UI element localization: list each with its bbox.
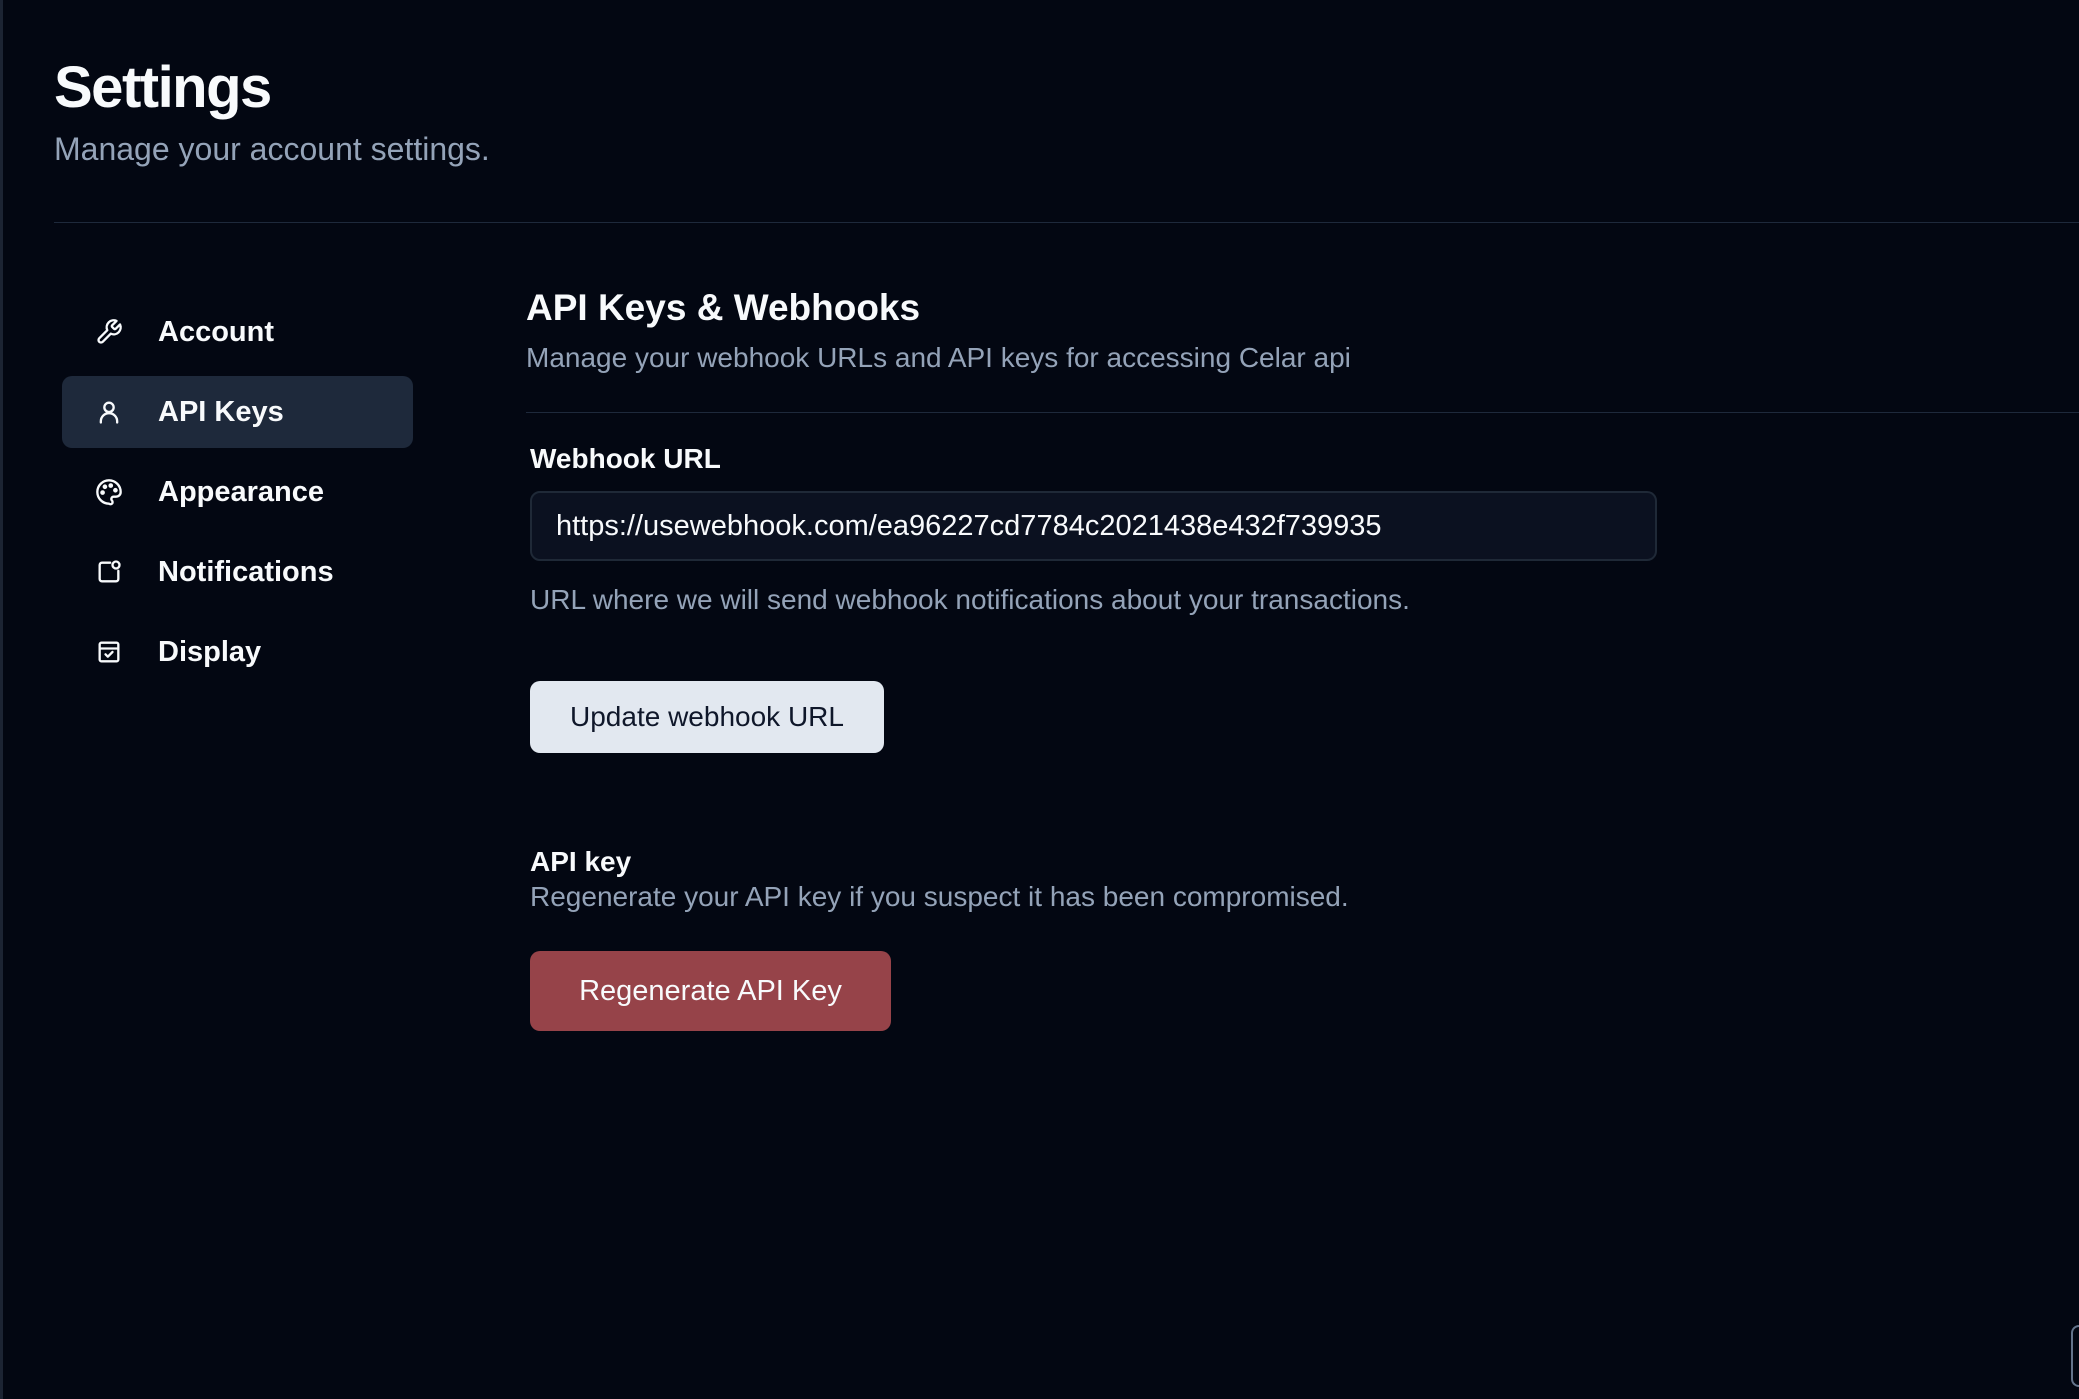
page-header: Settings Manage your account settings. — [54, 50, 490, 172]
sidebar-item-label: Notifications — [158, 555, 334, 588]
calendar-check-icon — [94, 637, 124, 667]
sidebar-item-label: Account — [158, 315, 274, 348]
webhook-url-help: URL where we will send webhook notificat… — [530, 584, 1410, 615]
api-key-help: Regenerate your API key if you suspect i… — [530, 881, 1349, 912]
sidebar-item-api-keys[interactable]: API Keys — [62, 376, 413, 448]
sidebar-item-appearance[interactable]: Appearance — [62, 456, 413, 528]
settings-page: Settings Manage your account settings. A… — [0, 0, 2079, 1399]
wrench-icon — [94, 317, 124, 347]
sidebar-item-display[interactable]: Display — [62, 616, 413, 688]
webhook-form: Webhook URL URL where we will send webho… — [526, 441, 2079, 1031]
section-divider — [526, 412, 2079, 413]
sidebar-item-label: Appearance — [158, 475, 325, 508]
page-subtitle: Manage your account settings. — [54, 131, 490, 167]
section-subtitle: Manage your webhook URLs and API keys fo… — [526, 342, 1351, 373]
page-title: Settings — [54, 55, 272, 120]
sidebar-item-notifications[interactable]: Notifications — [62, 536, 413, 608]
settings-sidebar: Account API Keys Appearance Notification… — [62, 296, 413, 696]
palette-icon — [94, 477, 124, 507]
regenerate-api-key-button[interactable]: Regenerate API Key — [530, 951, 891, 1031]
webhook-url-input[interactable] — [530, 491, 1657, 561]
update-webhook-button[interactable]: Update webhook URL — [530, 681, 884, 753]
sidebar-item-label: API Keys — [158, 395, 284, 428]
api-key-label: API key — [530, 846, 632, 877]
webhook-url-label: Webhook URL — [530, 443, 721, 474]
sidebar-item-account[interactable]: Account — [62, 296, 413, 368]
api-keys-section: API Keys & Webhooks Manage your webhook … — [526, 284, 2079, 1031]
user-icon — [94, 397, 124, 427]
scroll-handle[interactable] — [2071, 1325, 2079, 1387]
sidebar-item-label: Display — [158, 635, 262, 668]
bell-square-icon — [94, 557, 124, 587]
section-title: API Keys & Webhooks — [526, 287, 921, 328]
header-divider — [54, 222, 2079, 223]
